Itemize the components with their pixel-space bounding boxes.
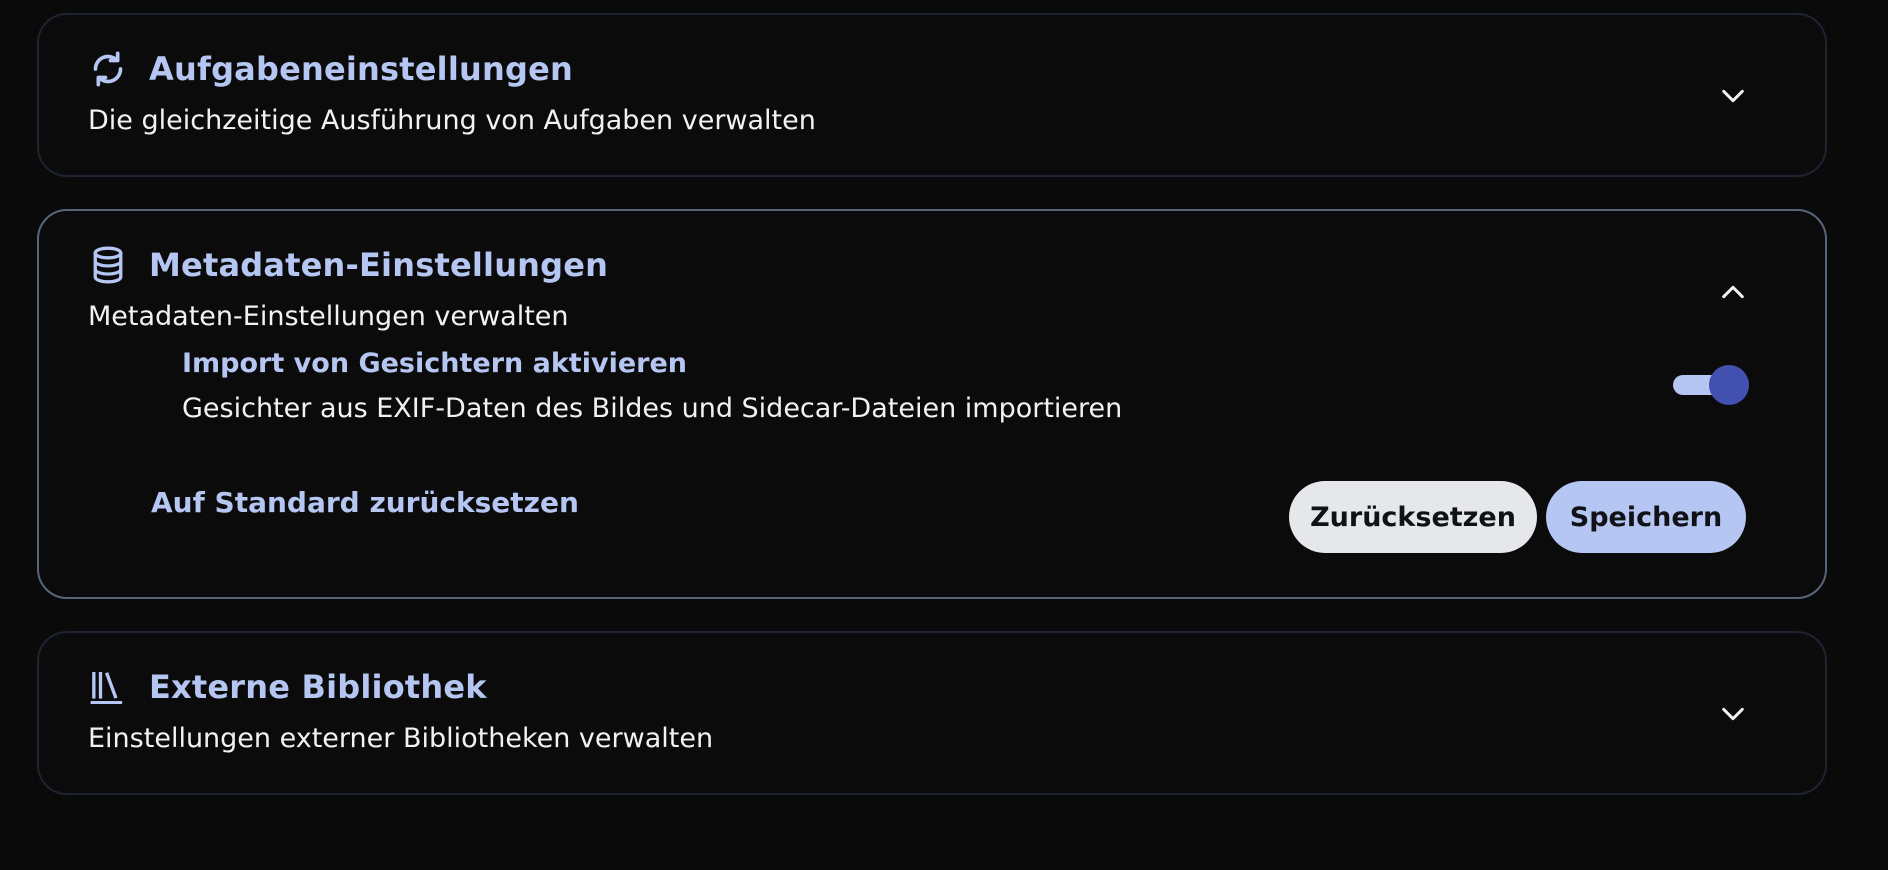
section-title-row: Aufgabeneinstellungen [88, 46, 573, 92]
section-metadata-settings: Metadaten-Einstellungen Metadaten-Einste… [37, 209, 1827, 599]
toggle-knob [1709, 365, 1749, 405]
settings-accordion: Aufgabeneinstellungen Die gleichzeitige … [37, 13, 1827, 795]
section-title: Aufgabeneinstellungen [149, 50, 573, 88]
library-icon [88, 664, 128, 710]
reset-button[interactable]: Zurücksetzen [1289, 481, 1537, 553]
section-job-settings: Aufgabeneinstellungen Die gleichzeitige … [37, 13, 1827, 177]
section-subtitle: Metadaten-Einstellungen verwalten [88, 301, 569, 332]
setting-face-import: Import von Gesichtern aktivieren Gesicht… [39, 346, 1825, 481]
section-title-row: Externe Bibliothek [88, 664, 487, 710]
face-import-toggle[interactable] [1673, 365, 1749, 405]
section-title: Externe Bibliothek [149, 668, 487, 706]
section-subtitle: Die gleichzeitige Ausführung von Aufgabe… [88, 105, 816, 136]
save-button[interactable]: Speichern [1546, 481, 1746, 553]
section-external-library-header[interactable]: Externe Bibliothek Einstellungen externe… [39, 633, 1825, 793]
sync-icon [88, 46, 128, 92]
section-subtitle: Einstellungen externer Bibliotheken verw… [88, 723, 714, 754]
chevron-down-icon[interactable] [1715, 78, 1751, 114]
setting-title: Import von Gesichtern aktivieren [182, 348, 687, 379]
section-title-row: Metadaten-Einstellungen [88, 242, 608, 288]
chevron-up-icon[interactable] [1715, 274, 1751, 310]
reset-to-default-button[interactable]: Auf Standard zurücksetzen [151, 486, 579, 519]
setting-description: Gesichter aus EXIF-Daten des Bildes und … [182, 393, 1123, 424]
section-metadata-settings-header[interactable]: Metadaten-Einstellungen Metadaten-Einste… [39, 211, 1825, 346]
section-job-settings-header[interactable]: Aufgabeneinstellungen Die gleichzeitige … [39, 15, 1825, 175]
section-external-library: Externe Bibliothek Einstellungen externe… [37, 631, 1827, 795]
section-title: Metadaten-Einstellungen [149, 246, 609, 284]
database-icon [88, 242, 128, 288]
section-actions: Auf Standard zurücksetzen Zurücksetzen S… [39, 481, 1825, 597]
chevron-down-icon[interactable] [1715, 696, 1751, 732]
